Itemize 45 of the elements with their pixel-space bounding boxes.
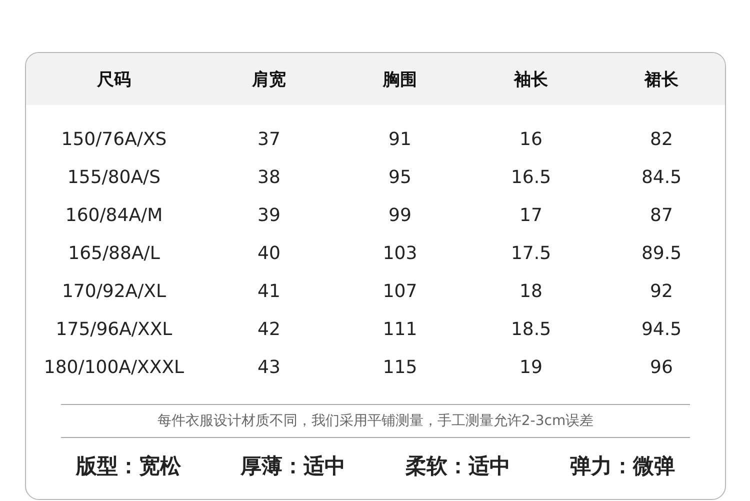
table-cell: 16.5 <box>510 166 552 188</box>
table-cell: 87 <box>650 204 673 226</box>
table-cell: 91 <box>388 128 412 150</box>
table-cell: 43 <box>258 356 280 378</box>
table-cell: 41 <box>258 280 280 302</box>
attribute-label: 版型：宽松 <box>76 453 181 480</box>
attribute-label: 厚薄：适中 <box>240 453 346 480</box>
table-cell: 155/80A/S <box>67 166 161 188</box>
table-cell: 38 <box>258 166 280 188</box>
table-cell: 16 <box>520 128 542 150</box>
table-cell: 103 <box>382 242 418 264</box>
table-cell: 150/76A/XS <box>61 128 167 150</box>
table-cell: 165/88A/L <box>68 242 160 264</box>
measurement-note: 每件衣服设计材质不同，我们采用平铺测量，手工测量允许2-3cm误差 <box>157 412 594 430</box>
table-cell: 17.5 <box>510 242 552 264</box>
column-header: 袖长 <box>514 68 548 90</box>
attribute-label: 弹力：微弹 <box>570 453 676 480</box>
table-cell: 19 <box>520 356 542 378</box>
table-cell: 180/100A/XXXL <box>44 356 184 378</box>
table-cell: 18 <box>520 280 542 302</box>
table-cell: 82 <box>650 128 673 150</box>
table-cell: 89.5 <box>641 242 682 264</box>
table-cell: 99 <box>388 204 412 226</box>
table-cell: 17 <box>520 204 542 226</box>
table-cell: 107 <box>382 280 418 302</box>
column-header: 肩宽 <box>252 68 286 90</box>
table-cell: 40 <box>258 242 280 264</box>
table-cell: 37 <box>258 128 280 150</box>
table-cell: 42 <box>258 318 280 340</box>
attribute-label: 柔软：适中 <box>405 453 510 480</box>
table-cell: 115 <box>382 356 418 378</box>
table-cell: 96 <box>650 356 673 378</box>
table-cell: 39 <box>258 204 280 226</box>
table-cell: 160/84A/M <box>65 204 163 226</box>
column-header: 胸围 <box>383 68 417 90</box>
table-cell: 92 <box>650 280 673 302</box>
table-cell: 84.5 <box>641 166 682 188</box>
table-cell: 175/96A/XXL <box>56 318 172 340</box>
table-cell: 95 <box>388 166 412 188</box>
column-header: 裙长 <box>644 68 678 90</box>
table-cell: 94.5 <box>641 318 682 340</box>
table-cell: 111 <box>382 318 418 340</box>
table-cell: 170/92A/XL <box>62 280 166 302</box>
column-header: 尺码 <box>97 68 131 90</box>
table-cell: 18.5 <box>510 318 552 340</box>
